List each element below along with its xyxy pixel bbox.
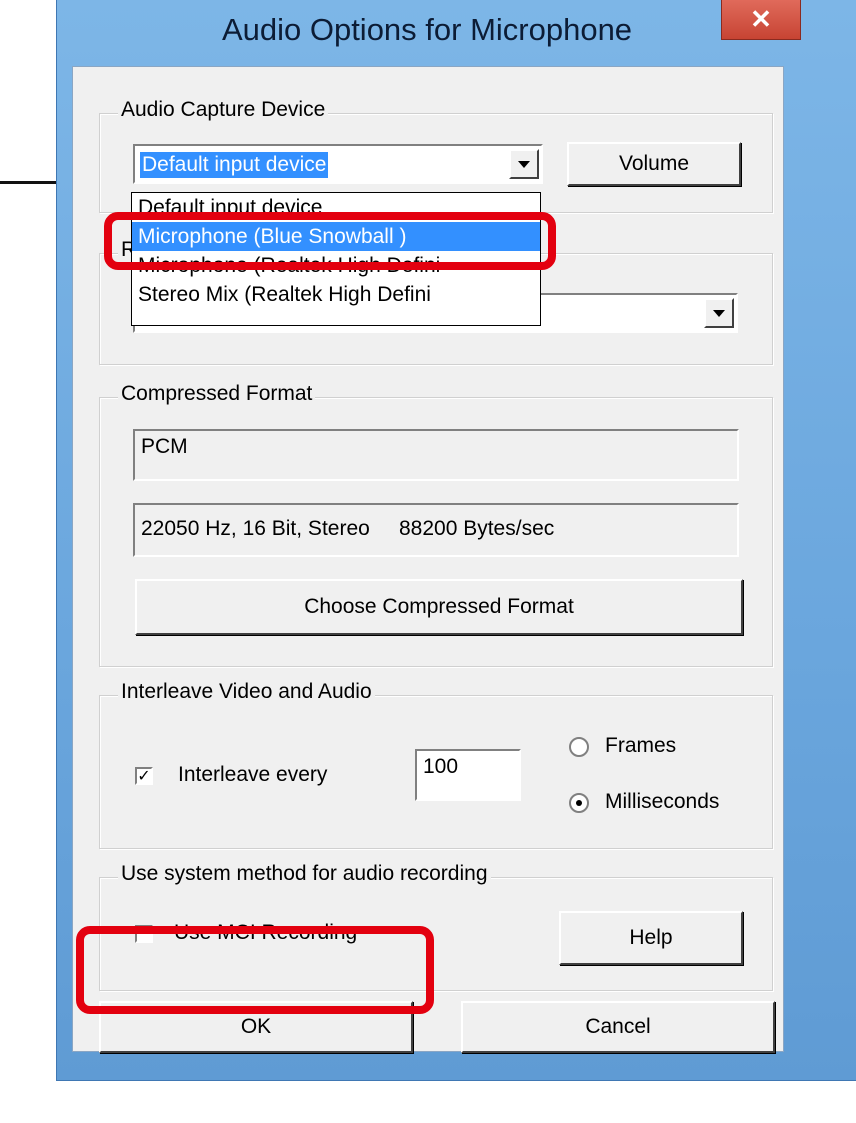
capture-device-select[interactable]: Default input device (133, 144, 543, 184)
chevron-down-icon[interactable] (509, 149, 539, 179)
capture-device-value: Default input device (140, 152, 329, 178)
interleave-checkbox[interactable]: ✓ (135, 767, 153, 785)
interleave-legend: Interleave Video and Audio (118, 680, 375, 704)
audio-capture-legend: Audio Capture Device (118, 98, 329, 122)
system-method-legend: Use system method for audio recording (118, 862, 491, 886)
help-button[interactable]: Help (559, 911, 743, 965)
cancel-button[interactable]: Cancel (461, 1001, 775, 1053)
interleave-checkbox-label: Interleave every (178, 763, 328, 786)
compressed-format-legend: Compressed Format (118, 382, 316, 406)
dialog-window: Audio Options for Microphone ✕ Audio Cap… (56, 0, 856, 1081)
frames-radio[interactable] (569, 737, 589, 757)
volume-button[interactable]: Volume (567, 142, 741, 186)
milliseconds-radio[interactable] (569, 793, 589, 813)
choose-compressed-format-button[interactable]: Choose Compressed Format (135, 579, 743, 635)
interleave-value-input[interactable]: 100 (415, 749, 521, 801)
close-icon: ✕ (750, 4, 772, 34)
milliseconds-label: Milliseconds (605, 790, 720, 813)
format-details-field: 22050 Hz, 16 Bit, Stereo 88200 Bytes/sec (133, 503, 739, 557)
format-name-field: PCM (133, 429, 739, 481)
annotation-highlight-ok (76, 926, 434, 1014)
annotation-highlight-option (104, 212, 556, 270)
chevron-down-icon[interactable] (704, 298, 734, 328)
dropdown-option[interactable]: Stereo Mix (Realtek High Defini (132, 280, 540, 309)
window-title: Audio Options for Microphone (221, 12, 633, 47)
close-button[interactable]: ✕ (721, 0, 801, 40)
frames-label: Frames (605, 734, 677, 757)
